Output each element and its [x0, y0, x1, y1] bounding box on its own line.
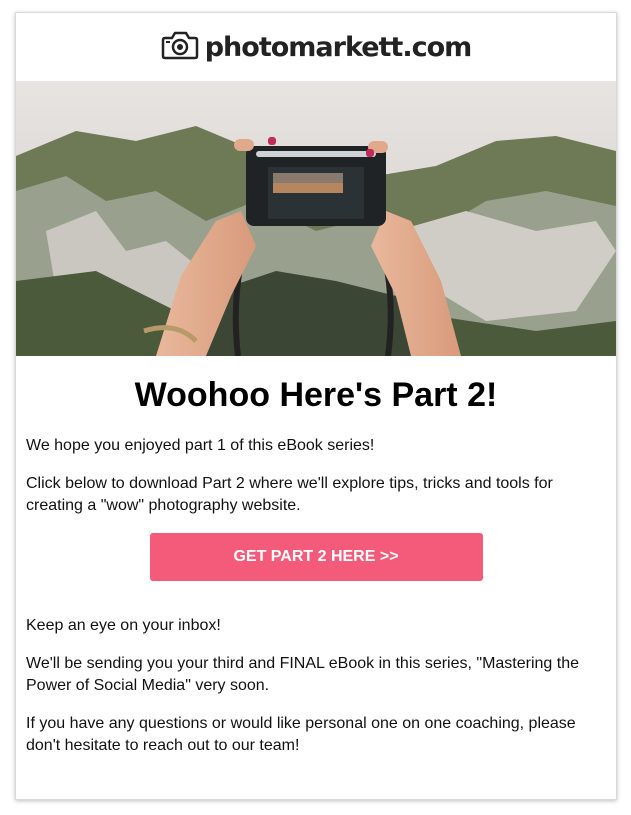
get-part-2-button[interactable]: GET PART 2 HERE >> — [149, 533, 483, 581]
camera-icon — [161, 30, 199, 65]
email-card: photomarkett.com Woohoo Here's Part 2! W… — [15, 12, 617, 800]
download-text: Click below to download Part 2 where we'… — [26, 475, 553, 514]
final-ebook-text: We'll be sending you your third and FINA… — [26, 655, 580, 694]
intro-text: We hope you enjoyed part 1 of this eBook… — [26, 437, 375, 454]
brand-logo-text[interactable]: photomarkett.com — [205, 32, 473, 63]
email-body: Woohoo Here's Part 2! We hope you enjoye… — [16, 376, 616, 757]
cta-container: GET PART 2 HERE >> — [26, 533, 606, 581]
header: photomarkett.com — [16, 13, 616, 81]
inbox-text: Keep an eye on your inbox! — [26, 617, 221, 634]
contact-text: If you have any questions or would like … — [26, 715, 576, 754]
page-title: Woohoo Here's Part 2! — [134, 376, 498, 414]
hero-image — [16, 81, 616, 356]
